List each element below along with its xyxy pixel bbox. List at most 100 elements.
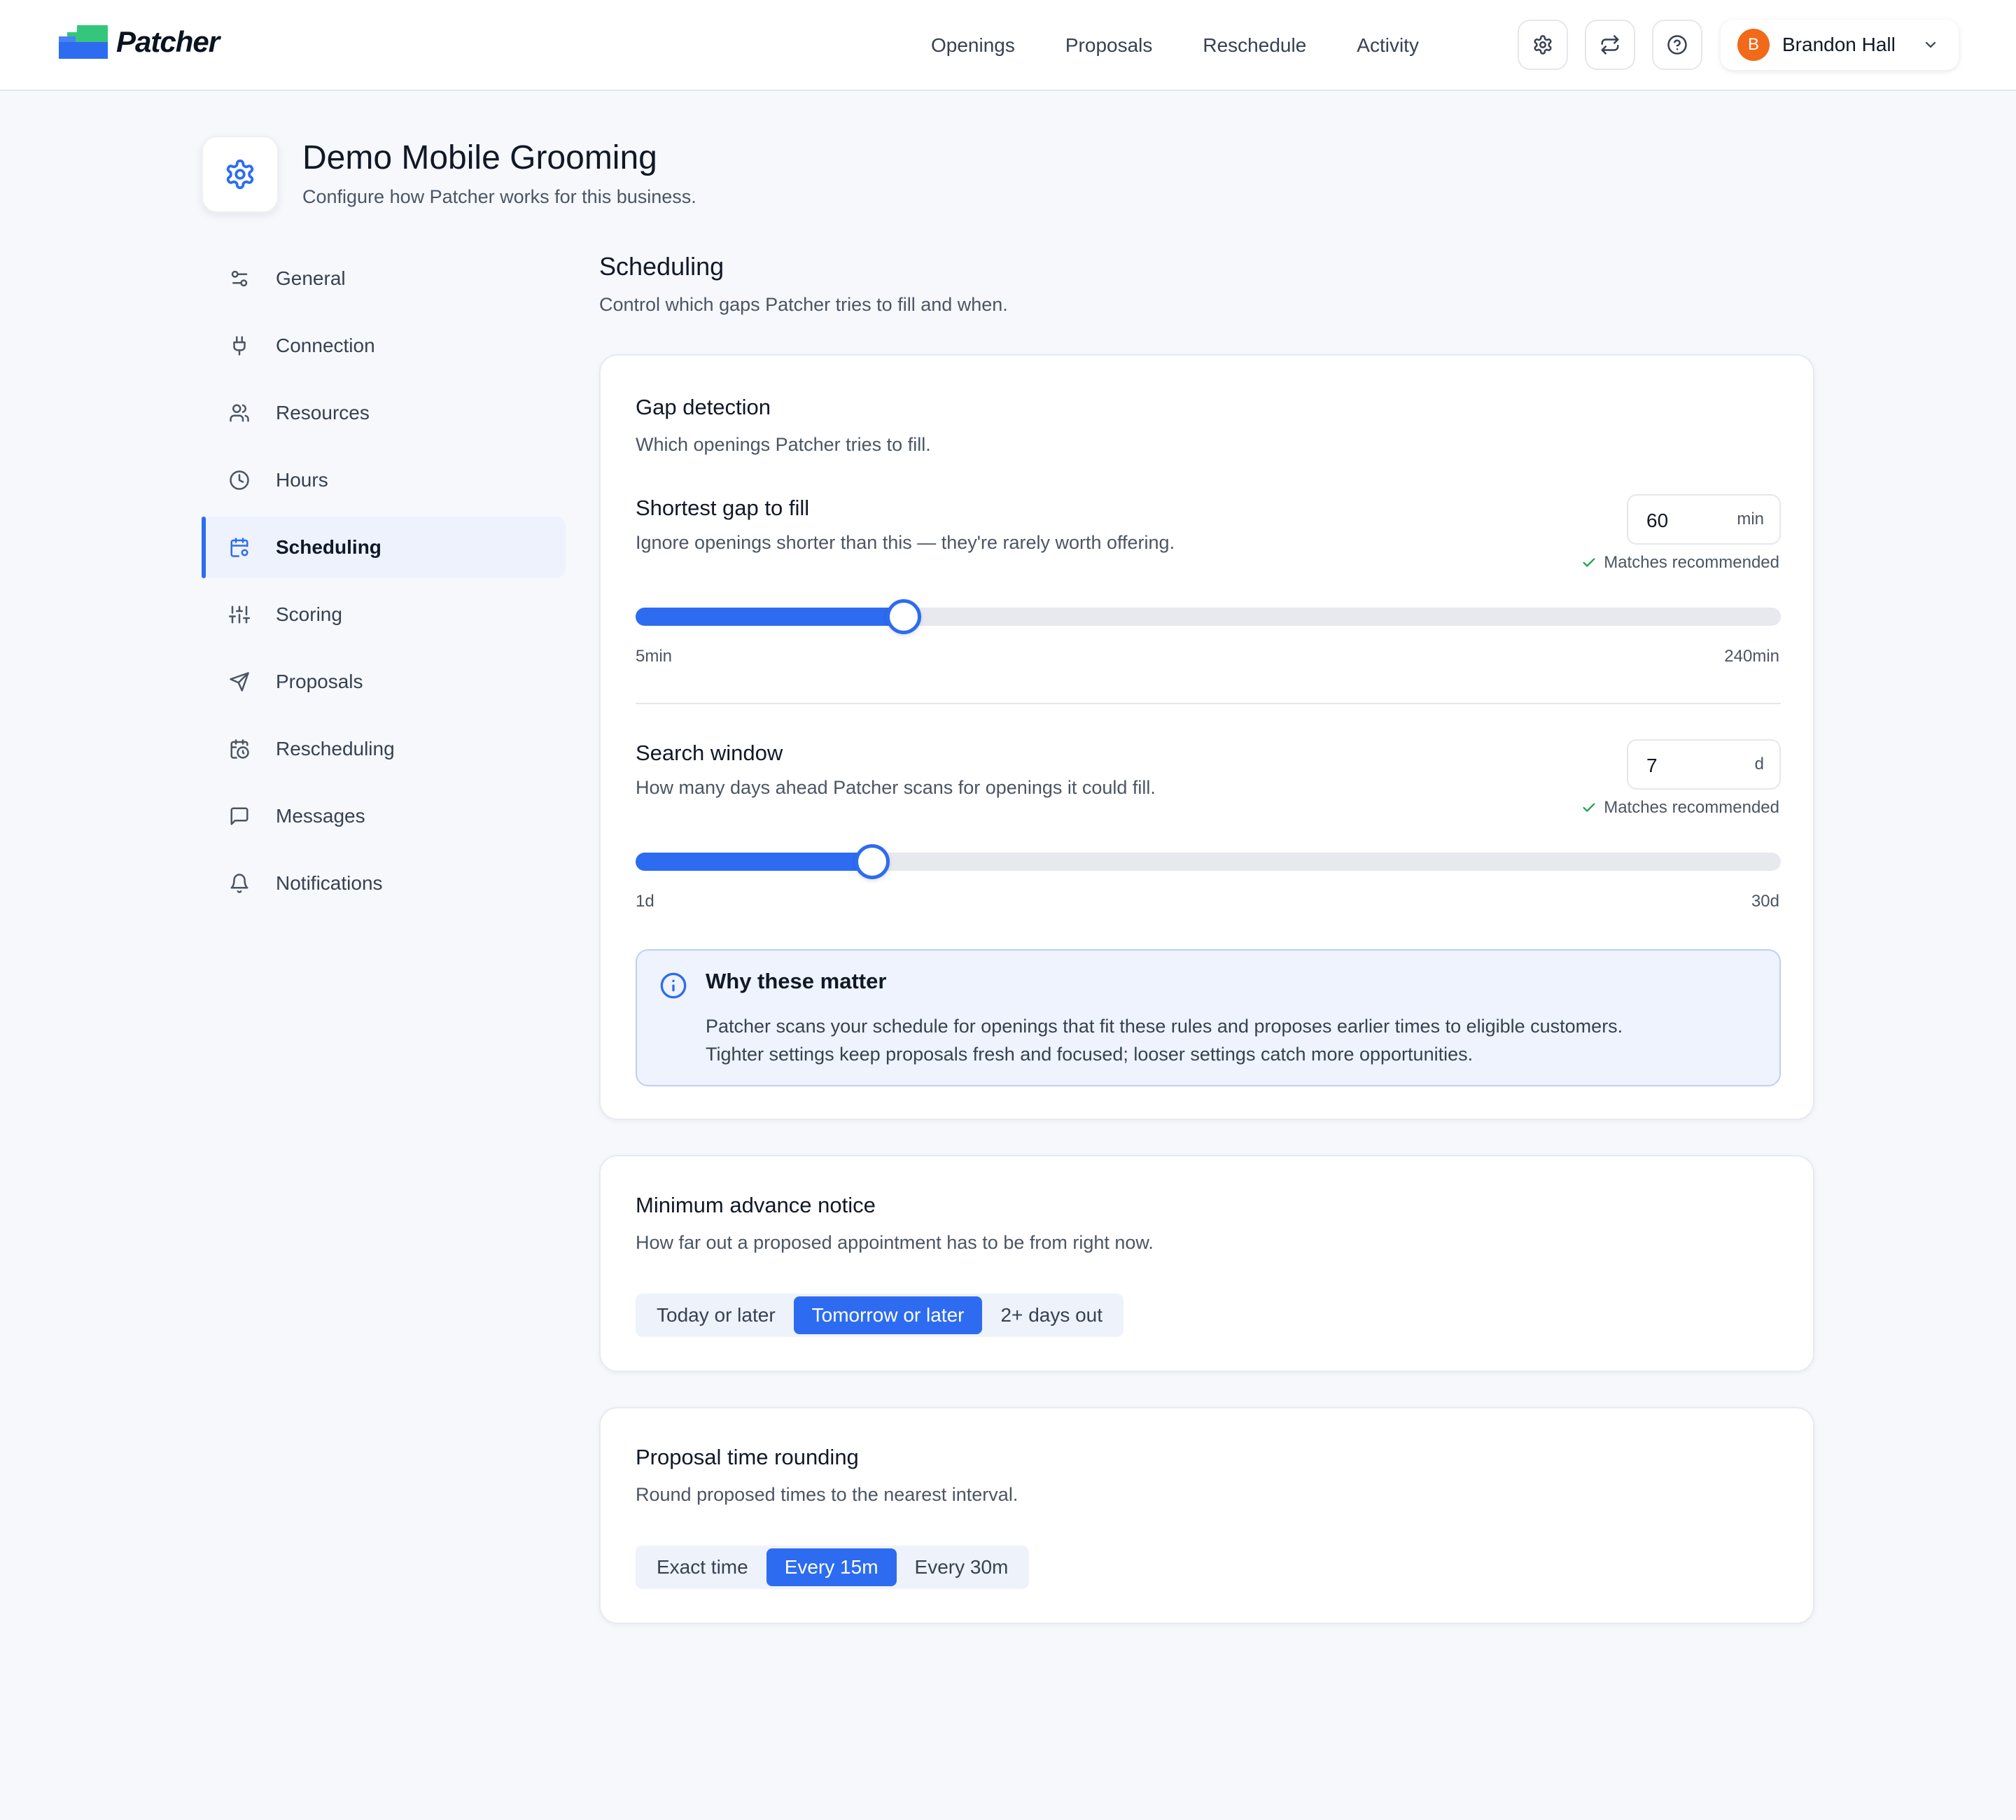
option-today-or-later[interactable]: Today or later bbox=[638, 1296, 794, 1334]
users-icon bbox=[227, 400, 252, 426]
card-description: Which openings Patcher tries to fill. bbox=[636, 434, 931, 455]
sidebar-item-label: General bbox=[276, 267, 346, 289]
sidebar-item-label: Scheduling bbox=[276, 536, 382, 558]
option-exact-time[interactable]: Exact time bbox=[638, 1548, 766, 1586]
sidebar-item-scoring[interactable]: Scoring bbox=[202, 584, 566, 645]
sidebar-item-notifications[interactable]: Notifications bbox=[202, 853, 566, 914]
info-icon bbox=[660, 972, 687, 999]
nav-activity[interactable]: Activity bbox=[1357, 34, 1419, 57]
sliders-icon bbox=[227, 266, 252, 291]
shortest-gap-title: Shortest gap to fill bbox=[636, 496, 810, 520]
slider-min-label: 1d bbox=[636, 892, 654, 911]
sidebar-item-proposals[interactable]: Proposals bbox=[202, 651, 566, 713]
section-title: Scheduling bbox=[599, 252, 724, 281]
card-description: How far out a proposed appointment has t… bbox=[636, 1232, 1154, 1253]
sidebar-item-resources[interactable]: Resources bbox=[202, 382, 566, 444]
slider-thumb[interactable] bbox=[855, 844, 890, 879]
switch-business-button[interactable] bbox=[1585, 20, 1635, 70]
slider-fill bbox=[636, 608, 904, 626]
time-rounding-card: Proposal time rounding Round proposed ti… bbox=[599, 1407, 1814, 1624]
option-every-30m[interactable]: Every 30m bbox=[897, 1548, 1027, 1586]
section-subtitle: Control which gaps Patcher tries to fill… bbox=[599, 294, 1008, 315]
sidebar-item-scheduling[interactable]: Scheduling bbox=[202, 517, 566, 578]
slider-max-label: 240min bbox=[1724, 647, 1779, 666]
shortest-gap-input[interactable]: 60 min bbox=[1627, 494, 1781, 545]
shortest-gap-description: Ignore openings shorter than this — they… bbox=[636, 532, 1175, 553]
slider-fill bbox=[636, 853, 873, 871]
nav-proposals[interactable]: Proposals bbox=[1065, 34, 1153, 57]
nav-openings[interactable]: Openings bbox=[931, 34, 1015, 57]
option-2-days-out[interactable]: 2+ days out bbox=[982, 1296, 1121, 1334]
calendar-clock-icon bbox=[227, 736, 252, 762]
check-icon bbox=[1583, 558, 1595, 567]
card-title: Gap detection bbox=[636, 395, 771, 419]
sidebar-item-hours[interactable]: Hours bbox=[202, 449, 566, 511]
sidebar-item-messages[interactable]: Messages bbox=[202, 785, 566, 847]
plug-icon bbox=[227, 333, 252, 358]
option-tomorrow-or-later[interactable]: Tomorrow or later bbox=[793, 1296, 983, 1334]
slider-min-label: 5min bbox=[636, 647, 673, 666]
why-these-matter-callout: Why these matter Patcher scans your sche… bbox=[636, 949, 1781, 1086]
patcher-logo[interactable]: Patcher bbox=[59, 22, 220, 62]
help-circle-icon bbox=[1667, 35, 1687, 55]
search-window-recommended: Matches recommended bbox=[1581, 798, 1779, 818]
settings-button[interactable] bbox=[1518, 20, 1568, 70]
callout-body: Patcher scans your schedule for openings… bbox=[706, 1016, 1623, 1065]
sidebar-item-label: Notifications bbox=[276, 872, 383, 894]
page-title: Demo Mobile Grooming bbox=[302, 139, 657, 176]
nav-reschedule[interactable]: Reschedule bbox=[1203, 34, 1306, 57]
chevron-down-icon bbox=[1925, 41, 1936, 48]
option-every-15m[interactable]: Every 15m bbox=[766, 1548, 897, 1586]
page-settings-badge bbox=[202, 136, 279, 213]
avatar: B bbox=[1737, 29, 1770, 61]
sidebar-item-label: Rescheduling bbox=[276, 738, 395, 760]
input-value: 7 bbox=[1646, 755, 1658, 776]
advance-notice-card: Minimum advance notice How far out a pro… bbox=[599, 1155, 1814, 1372]
sidebar-item-label: Messages bbox=[276, 805, 365, 827]
page-subtitle: Configure how Patcher works for this bus… bbox=[302, 186, 696, 207]
gap-detection-card: Gap detection Which openings Patcher tri… bbox=[599, 354, 1814, 1120]
sidebar-item-label: Resources bbox=[276, 402, 370, 424]
adjustments-icon bbox=[227, 602, 252, 627]
search-window-slider[interactable] bbox=[636, 844, 1781, 879]
sidebar-item-general[interactable]: General bbox=[202, 248, 566, 309]
top-bar: Patcher Openings Proposals Reschedule Ac… bbox=[0, 0, 2016, 91]
search-window-input[interactable]: 7 d bbox=[1627, 739, 1781, 790]
sidebar-item-label: Hours bbox=[276, 469, 328, 491]
user-name: Brandon Hall bbox=[1782, 34, 1896, 55]
card-title: Proposal time rounding bbox=[636, 1445, 859, 1469]
search-window-title: Search window bbox=[636, 741, 783, 765]
shortest-gap-slider[interactable] bbox=[636, 599, 1781, 634]
divider bbox=[636, 703, 1781, 704]
advance-notice-segmented-control: Today or later Tomorrow or later 2+ days… bbox=[636, 1294, 1124, 1337]
help-button[interactable] bbox=[1652, 20, 1702, 70]
check-icon bbox=[1583, 803, 1595, 812]
sidebar-item-label: Connection bbox=[276, 335, 375, 356]
sidebar-item-rescheduling[interactable]: Rescheduling bbox=[202, 718, 566, 780]
send-icon bbox=[227, 669, 252, 694]
shortest-gap-recommended: Matches recommended bbox=[1581, 553, 1779, 573]
message-icon bbox=[227, 804, 252, 829]
callout-title: Why these matter bbox=[706, 969, 887, 993]
logo-mark-icon bbox=[59, 24, 108, 60]
swap-arrows-icon bbox=[1601, 35, 1619, 55]
sidebar-item-label: Proposals bbox=[276, 671, 363, 692]
slider-thumb[interactable] bbox=[886, 599, 921, 634]
bell-icon bbox=[227, 871, 252, 896]
main-nav: Openings Proposals Reschedule Activity bbox=[931, 28, 1419, 63]
sidebar-item-connection[interactable]: Connection bbox=[202, 315, 566, 377]
slider-max-label: 30d bbox=[1751, 892, 1779, 911]
gear-icon bbox=[226, 159, 254, 190]
gear-icon bbox=[1534, 35, 1552, 55]
rounding-segmented-control: Exact time Every 15m Every 30m bbox=[636, 1546, 1030, 1589]
card-title: Minimum advance notice bbox=[636, 1193, 876, 1217]
input-unit: d bbox=[1754, 755, 1764, 774]
input-unit: min bbox=[1737, 510, 1764, 528]
user-menu[interactable]: B Brandon Hall bbox=[1721, 20, 1959, 70]
card-description: Round proposed times to the nearest inte… bbox=[636, 1484, 1018, 1505]
clock-icon bbox=[227, 468, 252, 493]
search-window-description: How many days ahead Patcher scans for op… bbox=[636, 777, 1156, 798]
brand-name: Patcher bbox=[116, 25, 220, 58]
sidebar-item-label: Scoring bbox=[276, 603, 342, 625]
input-value: 60 bbox=[1646, 510, 1669, 531]
